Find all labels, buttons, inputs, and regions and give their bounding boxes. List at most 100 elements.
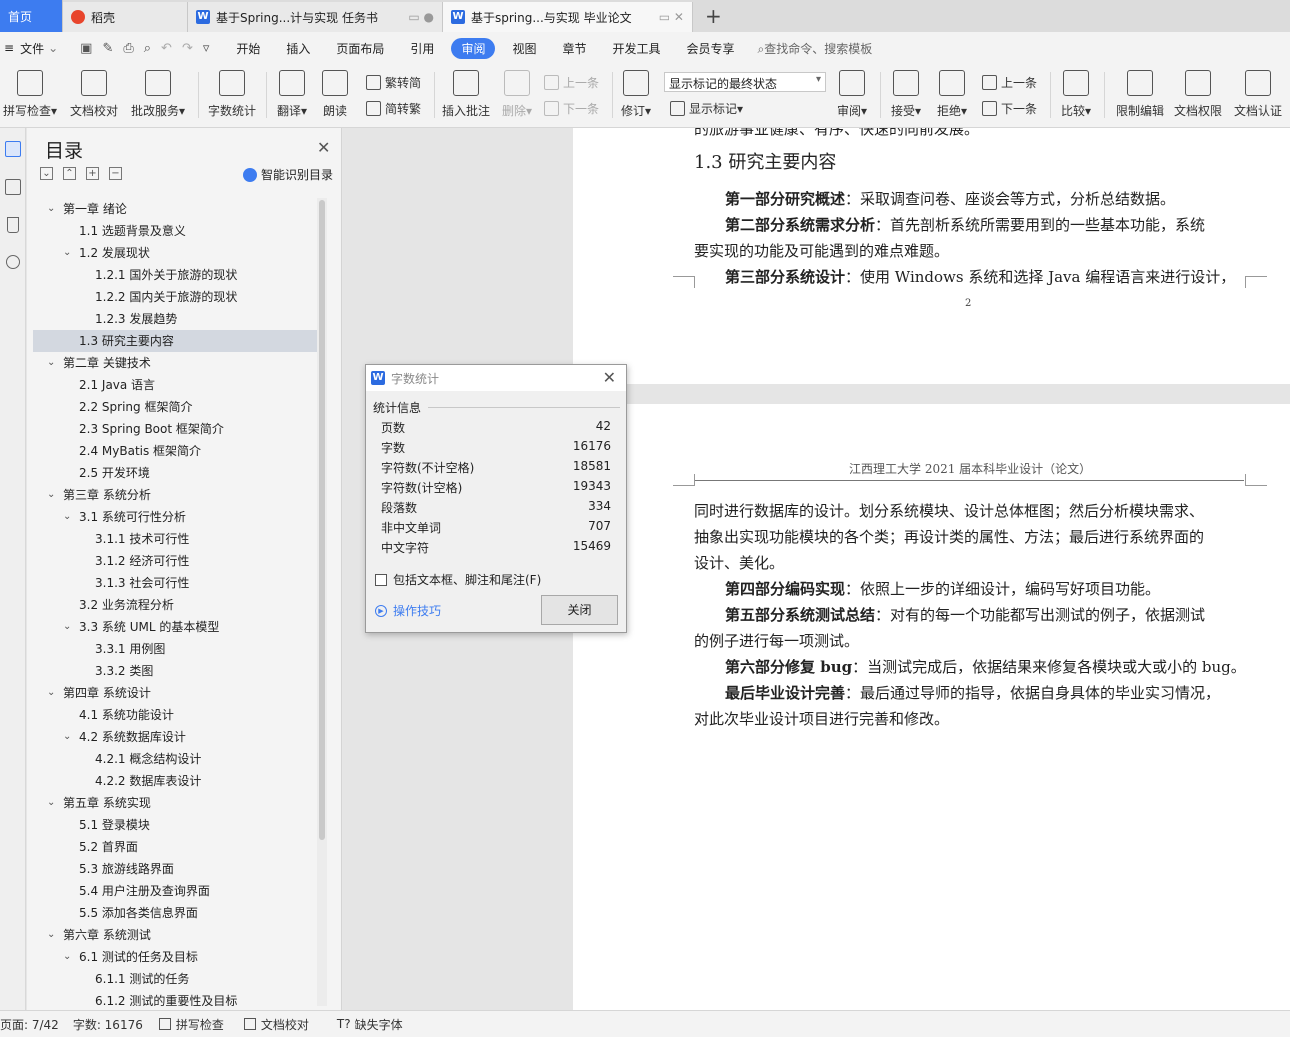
bookmark-icon[interactable] bbox=[6, 217, 19, 233]
menu-view[interactable]: 视图 bbox=[499, 40, 549, 57]
spell-check-toggle[interactable]: 拼写检查 bbox=[151, 1016, 232, 1033]
command-search[interactable]: ⌕查找命令、搜索模板 bbox=[748, 40, 873, 57]
toc-item[interactable]: 3.1.1 技术可行性 bbox=[33, 528, 319, 550]
toc-icon[interactable] bbox=[4, 141, 21, 157]
toc-item[interactable]: 4.2.1 概念结构设计 bbox=[33, 748, 319, 770]
toc-item[interactable]: ⌄ 1.2 发展现状 bbox=[33, 242, 319, 264]
toc-item[interactable]: 5.1 登录模块 bbox=[33, 814, 319, 836]
smart-toc-button[interactable]: 智能识别目录 bbox=[243, 166, 333, 183]
menu-references[interactable]: 引用 bbox=[397, 40, 447, 57]
chevron-down-icon[interactable]: ⌄ bbox=[63, 726, 71, 748]
tips-link[interactable]: ▶ 操作技巧 bbox=[375, 602, 441, 619]
toc-item[interactable]: 5.3 旅游线路界面 bbox=[33, 858, 319, 880]
word-count-indicator[interactable]: 字数: 16176 bbox=[67, 1016, 151, 1033]
reject-button[interactable]: 拒绝▾ bbox=[934, 68, 970, 119]
chevron-down-icon[interactable]: ⌄ bbox=[47, 484, 55, 506]
missing-font-button[interactable]: T? 缺失字体 bbox=[317, 1016, 411, 1033]
remove-heading-icon[interactable]: − bbox=[109, 167, 122, 180]
toc-item[interactable]: 2.5 开发环境 bbox=[33, 462, 319, 484]
toc-item[interactable]: ⌄ 第六章 系统测试 bbox=[33, 924, 319, 946]
review-pane-button[interactable]: 审阅▾ bbox=[834, 68, 870, 119]
doc-cert-button[interactable]: 文档认证 bbox=[1232, 68, 1284, 119]
doc-permission-button[interactable]: 文档权限 bbox=[1172, 68, 1224, 119]
toc-item[interactable]: 2.1 Java 语言 bbox=[33, 374, 319, 396]
toc-item[interactable]: 1.1 选题背景及意义 bbox=[33, 220, 319, 242]
toc-item[interactable]: 6.1.2 测试的重要性及目标 bbox=[33, 990, 319, 1006]
toc-item[interactable]: ⌄ 6.1 测试的任务及目标 bbox=[33, 946, 319, 968]
display-state-select[interactable]: 显示标记的最终状态 bbox=[664, 72, 826, 92]
next-change-button[interactable]: 下一条 bbox=[982, 100, 1037, 117]
document-page[interactable]: 的旅游事业健康、有序、快速的向前发展。 1.3 研究主要内容 第一部分研究概述：… bbox=[573, 128, 1290, 384]
toc-item[interactable]: ⌄ 4.2 系统数据库设计 bbox=[33, 726, 319, 748]
translate-button[interactable]: 翻译▾ bbox=[274, 68, 310, 119]
toc-item[interactable]: ⌄ 3.3 系统 UML 的基本模型 bbox=[33, 616, 319, 638]
menu-review[interactable]: 审阅 bbox=[451, 37, 496, 59]
toc-item[interactable]: 3.3.2 类图 bbox=[33, 660, 319, 682]
toc-item[interactable]: 5.2 首界面 bbox=[33, 836, 319, 858]
save-icon[interactable]: ▣ bbox=[80, 41, 92, 56]
track-changes-button[interactable]: 修订▾ bbox=[618, 68, 654, 119]
toc-item[interactable]: 3.1.2 经济可行性 bbox=[33, 550, 319, 572]
trad-to-simp-button[interactable]: 繁转简 bbox=[366, 74, 421, 91]
toc-item[interactable]: 2.4 MyBatis 框架简介 bbox=[33, 440, 319, 462]
tab-dot-icon[interactable]: ▭ ● bbox=[402, 10, 434, 24]
toc-item[interactable]: 4.2.2 数据库表设计 bbox=[33, 770, 319, 792]
toc-item[interactable]: ⌄ 第一章 绪论 bbox=[33, 198, 319, 220]
document-page[interactable]: 江西理工大学 2021 届本科毕业设计（论文） 同时进行数据库的设计。划分系统模… bbox=[573, 404, 1290, 1010]
tab-docer[interactable]: 稻壳 bbox=[63, 2, 188, 32]
print-preview-icon[interactable]: ⌕ bbox=[144, 41, 151, 56]
chevron-down-icon[interactable]: ⌄ bbox=[47, 352, 55, 374]
toc-item[interactable]: 5.5 添加各类信息界面 bbox=[33, 902, 319, 924]
toc-scrollbar-thumb[interactable] bbox=[319, 200, 325, 840]
toc-item[interactable]: ⌄ 第四章 系统设计 bbox=[33, 682, 319, 704]
toc-item[interactable]: 3.1.3 社会可行性 bbox=[33, 572, 319, 594]
menu-insert[interactable]: 插入 bbox=[273, 40, 323, 57]
delete-comment-button[interactable]: 删除▾ bbox=[498, 68, 536, 119]
chevron-down-icon[interactable]: ⌄ bbox=[63, 946, 71, 968]
tab-home[interactable]: 首页 bbox=[0, 0, 63, 32]
search-icon[interactable] bbox=[5, 255, 20, 269]
tab-task-doc[interactable]: W 基于Spring...计与实现 任务书 ▭ ● bbox=[188, 2, 443, 32]
menu-section[interactable]: 章节 bbox=[549, 40, 599, 57]
tab-close-icon[interactable]: ▭ ✕ bbox=[653, 10, 684, 24]
chevron-down-icon[interactable]: ⌄ bbox=[63, 616, 71, 638]
redo-icon[interactable]: ↷ bbox=[182, 41, 193, 56]
toc-item[interactable]: 3.3.1 用例图 bbox=[33, 638, 319, 660]
tab-thesis-doc[interactable]: W 基于spring...与实现 毕业论文 ▭ ✕ bbox=[443, 2, 693, 32]
accept-button[interactable]: 接受▾ bbox=[888, 68, 924, 119]
prev-comment-button[interactable]: 上一条 bbox=[544, 74, 599, 91]
add-heading-icon[interactable]: + bbox=[86, 167, 99, 180]
read-aloud-button[interactable]: 朗读 bbox=[320, 68, 350, 119]
compare-button[interactable]: 比较▾ bbox=[1058, 68, 1094, 119]
toc-item[interactable]: 1.2.2 国内关于旅游的现状 bbox=[33, 286, 319, 308]
toc-item[interactable]: ⌄ 第二章 关键技术 bbox=[33, 352, 319, 374]
doc-proof-toggle[interactable]: 文档校对 bbox=[232, 1016, 317, 1033]
toc-item[interactable]: 3.2 业务流程分析 bbox=[33, 594, 319, 616]
toc-item[interactable]: ⌄ 第三章 系统分析 bbox=[33, 484, 319, 506]
insert-comment-button[interactable]: 插入批注 bbox=[440, 68, 492, 119]
file-menu[interactable]: ≡ 文件 ⌄ bbox=[0, 40, 66, 57]
print-icon[interactable]: ⎙ bbox=[123, 41, 133, 56]
spell-check-button[interactable]: 拼写检查▾ bbox=[2, 68, 58, 119]
menu-member[interactable]: 会员专享 bbox=[674, 40, 748, 57]
toc-item[interactable]: 1.2.1 国外关于旅游的现状 bbox=[33, 264, 319, 286]
expand-up-icon[interactable]: ⌃ bbox=[63, 167, 76, 180]
collapse-all-icon[interactable]: ⌄ bbox=[40, 167, 53, 180]
chevron-down-icon[interactable]: ⌄ bbox=[47, 792, 55, 814]
toc-item[interactable]: ⌄ 3.1 系统可行性分析 bbox=[33, 506, 319, 528]
new-tab-icon[interactable]: + bbox=[693, 2, 734, 32]
close-icon[interactable]: ✕ bbox=[603, 368, 616, 387]
toc-item[interactable]: 2.2 Spring 框架简介 bbox=[33, 396, 319, 418]
menu-home[interactable]: 开始 bbox=[223, 40, 273, 57]
simp-to-trad-button[interactable]: 简转繁 bbox=[366, 100, 421, 117]
close-button[interactable]: 关闭 bbox=[541, 595, 618, 625]
chapter-nav-icon[interactable] bbox=[4, 179, 21, 195]
menu-developer[interactable]: 开发工具 bbox=[599, 40, 673, 57]
customize-icon[interactable]: ▿ bbox=[203, 41, 210, 56]
page-indicator[interactable]: 页面: 7/42 bbox=[0, 1016, 67, 1033]
chevron-down-icon[interactable]: ⌄ bbox=[63, 242, 71, 264]
menu-layout[interactable]: 页面布局 bbox=[323, 40, 397, 57]
chevron-down-icon[interactable]: ⌄ bbox=[47, 924, 55, 946]
restrict-edit-button[interactable]: 限制编辑 bbox=[1114, 68, 1166, 119]
prev-change-button[interactable]: 上一条 bbox=[982, 74, 1037, 91]
